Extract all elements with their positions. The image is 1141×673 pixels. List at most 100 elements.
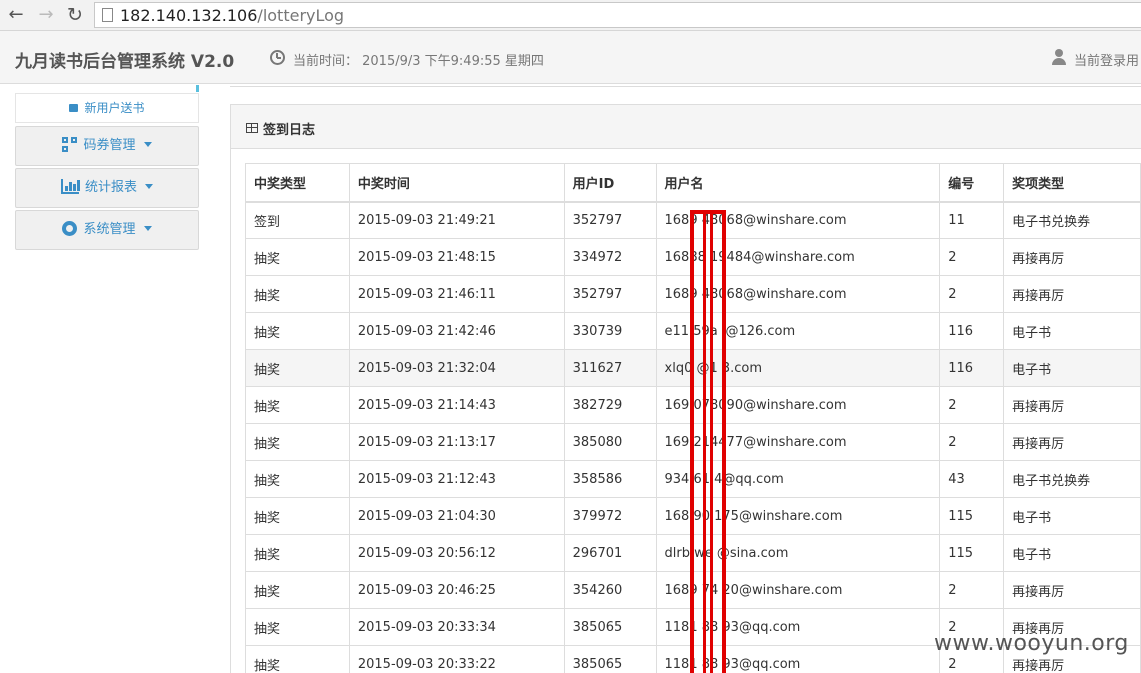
gear-icon [62, 221, 78, 236]
table-cell: 116 [939, 312, 1005, 350]
url-host: 182.140.132.106 [120, 6, 258, 25]
table-cell: 再接再厉 [1003, 571, 1141, 609]
caret-down-icon [143, 142, 152, 147]
table-cell: 2015-09-03 21:46:11 [348, 275, 565, 313]
table-cell: 334972 [563, 238, 657, 276]
table-cell: 116 [939, 349, 1005, 387]
table-cell: 电子书 [1003, 349, 1141, 387]
url-path: /lotteryLog [257, 6, 345, 25]
app-header: 九月读书后台管理系统 V2.0 当前时间： 2015/9/3 下午9:49:55… [0, 31, 1141, 84]
bar-chart-icon [60, 179, 80, 194]
table-cell: 2015-09-03 21:14:43 [348, 386, 565, 424]
back-arrow-icon[interactable]: ← [6, 5, 26, 25]
url-text: 182.140.132.106/lotteryLog [120, 6, 344, 25]
table-cell: 抽奖 [245, 460, 350, 498]
table-header-row: 中奖类型 中奖时间 用户ID 用户名 编号 奖项类型 [245, 163, 1141, 203]
table-icon [246, 123, 258, 133]
table-cell: 再接再厉 [1003, 423, 1141, 461]
table-cell: 抽奖 [245, 275, 350, 313]
sidebar-scroll-indicator [196, 85, 199, 92]
table-cell: 385080 [563, 423, 657, 461]
table-cell: 抽奖 [245, 571, 350, 609]
table-cell: 296701 [563, 534, 657, 572]
table-cell: 352797 [563, 275, 657, 313]
table-cell: 2015-09-03 20:46:25 [348, 571, 565, 609]
column-header[interactable]: 用户ID [563, 163, 657, 203]
forward-arrow-icon[interactable]: → [36, 5, 56, 25]
table-cell: 2015-09-03 21:04:30 [348, 497, 565, 535]
page-icon [102, 8, 113, 22]
sidebar-menu-coupons[interactable]: 码券管理 [15, 126, 199, 166]
table-cell: 2 [939, 275, 1005, 313]
table-cell: 311627 [563, 349, 657, 387]
table-cell: 2015-09-03 21:32:04 [348, 349, 565, 387]
table-cell: 再接再厉 [1003, 275, 1141, 313]
table-cell: 2015-09-03 21:42:46 [348, 312, 565, 350]
caret-down-icon [143, 226, 152, 231]
redaction-box [690, 210, 726, 673]
clock-icon [270, 50, 285, 65]
table-cell: 2 [939, 238, 1005, 276]
table-cell: 43 [939, 460, 1005, 498]
gift-icon [69, 104, 79, 112]
sidebar-item-new-user-gift[interactable]: 新用户送书 [15, 93, 199, 123]
content-divider [230, 86, 1141, 87]
table-cell: 2015-09-03 20:56:12 [348, 534, 565, 572]
table-cell: 签到 [245, 201, 350, 239]
column-header[interactable]: 用户名 [655, 163, 941, 203]
table-cell: 354260 [563, 571, 657, 609]
table-cell: 抽奖 [245, 497, 350, 535]
table-cell: 2015-09-03 21:13:17 [348, 423, 565, 461]
panel-title: 签到日志 [263, 123, 316, 138]
table-cell: 358586 [563, 460, 657, 498]
table-cell: 385065 [563, 645, 657, 673]
column-header[interactable]: 编号 [939, 163, 1005, 203]
redaction-inner-box [703, 214, 713, 673]
table-cell: 2015-09-03 20:33:34 [348, 608, 565, 646]
sidebar: 新用户送书 码券管理 统计报表 系统管理 [0, 85, 215, 673]
table-cell: 抽奖 [245, 349, 350, 387]
column-header[interactable]: 中奖时间 [348, 163, 565, 203]
panel-heading: 签到日志 [231, 105, 1141, 149]
sidebar-menu-system[interactable]: 系统管理 [15, 210, 199, 250]
table-cell: 2 [939, 571, 1005, 609]
table-cell: 电子书兑换券 [1003, 460, 1141, 498]
table-cell: 2 [939, 423, 1005, 461]
table-cell: 抽奖 [245, 645, 350, 673]
watermark: www.wooyun.org [934, 631, 1129, 656]
table-cell: 2015-09-03 21:49:21 [348, 201, 565, 239]
table-cell: 抽奖 [245, 534, 350, 572]
column-header[interactable]: 中奖类型 [245, 163, 350, 203]
sidebar-menu-reports[interactable]: 统计报表 [15, 168, 199, 208]
table-cell: 2015-09-03 21:48:15 [348, 238, 565, 276]
table-cell: 11 [939, 201, 1005, 239]
browser-toolbar: ← → ↻ 182.140.132.106/lotteryLog [0, 0, 1141, 31]
column-header[interactable]: 奖项类型 [1003, 163, 1141, 203]
table-cell: 115 [939, 497, 1005, 535]
table-cell: 330739 [563, 312, 657, 350]
table-cell: 抽奖 [245, 386, 350, 424]
table-cell: 抽奖 [245, 312, 350, 350]
table-cell: 2015-09-03 21:12:43 [348, 460, 565, 498]
current-time-label: 当前时间： 2015/9/3 下午9:49:55 星期四 [293, 54, 544, 69]
qr-icon [62, 137, 78, 152]
table-cell: 2 [939, 386, 1005, 424]
table-cell: 再接再厉 [1003, 238, 1141, 276]
table-cell: 抽奖 [245, 238, 350, 276]
app-title[interactable]: 九月读书后台管理系统 V2.0 [15, 47, 234, 72]
table-cell: 2015-09-03 20:33:22 [348, 645, 565, 673]
table-cell: 379972 [563, 497, 657, 535]
table-cell: 电子书 [1003, 312, 1141, 350]
current-user-label[interactable]: 当前登录用 [1074, 50, 1139, 69]
table-cell: 再接再厉 [1003, 386, 1141, 424]
address-bar[interactable]: 182.140.132.106/lotteryLog [94, 2, 1141, 28]
table-cell: 115 [939, 534, 1005, 572]
caret-down-icon [145, 184, 153, 189]
table-cell: 电子书兑换券 [1003, 201, 1141, 239]
table-cell: 抽奖 [245, 423, 350, 461]
table-cell: 抽奖 [245, 608, 350, 646]
table-cell: 电子书 [1003, 497, 1141, 535]
sidebar-menu-label: 码券管理 [83, 138, 136, 153]
sidebar-item-label: 新用户送书 [84, 101, 145, 115]
reload-icon[interactable]: ↻ [65, 5, 85, 25]
